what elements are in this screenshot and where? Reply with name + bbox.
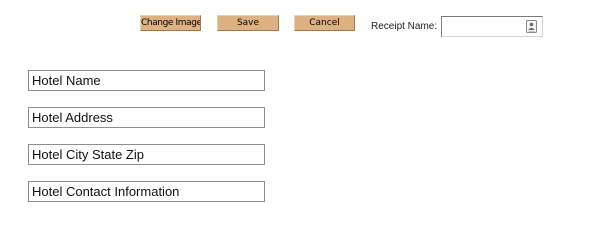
receipt-name-label: Receipt Name:: [371, 21, 438, 32]
save-button[interactable]: Save: [217, 15, 279, 31]
change-image-button[interactable]: Change Image: [140, 15, 201, 31]
hotel-contact-information-field[interactable]: Hotel Contact Information: [28, 181, 265, 202]
contact-card-icon[interactable]: [526, 20, 537, 33]
receipt-name-input[interactable]: [444, 18, 522, 34]
cancel-button[interactable]: Cancel: [294, 15, 355, 31]
receipt-editor: Change Image Save Cancel Receipt Name: H…: [0, 0, 616, 231]
hotel-city-state-zip-field[interactable]: Hotel City State Zip: [28, 144, 265, 165]
hotel-address-field[interactable]: Hotel Address: [28, 107, 265, 128]
hotel-name-field[interactable]: Hotel Name: [28, 70, 265, 91]
receipt-name-field[interactable]: [441, 16, 543, 37]
